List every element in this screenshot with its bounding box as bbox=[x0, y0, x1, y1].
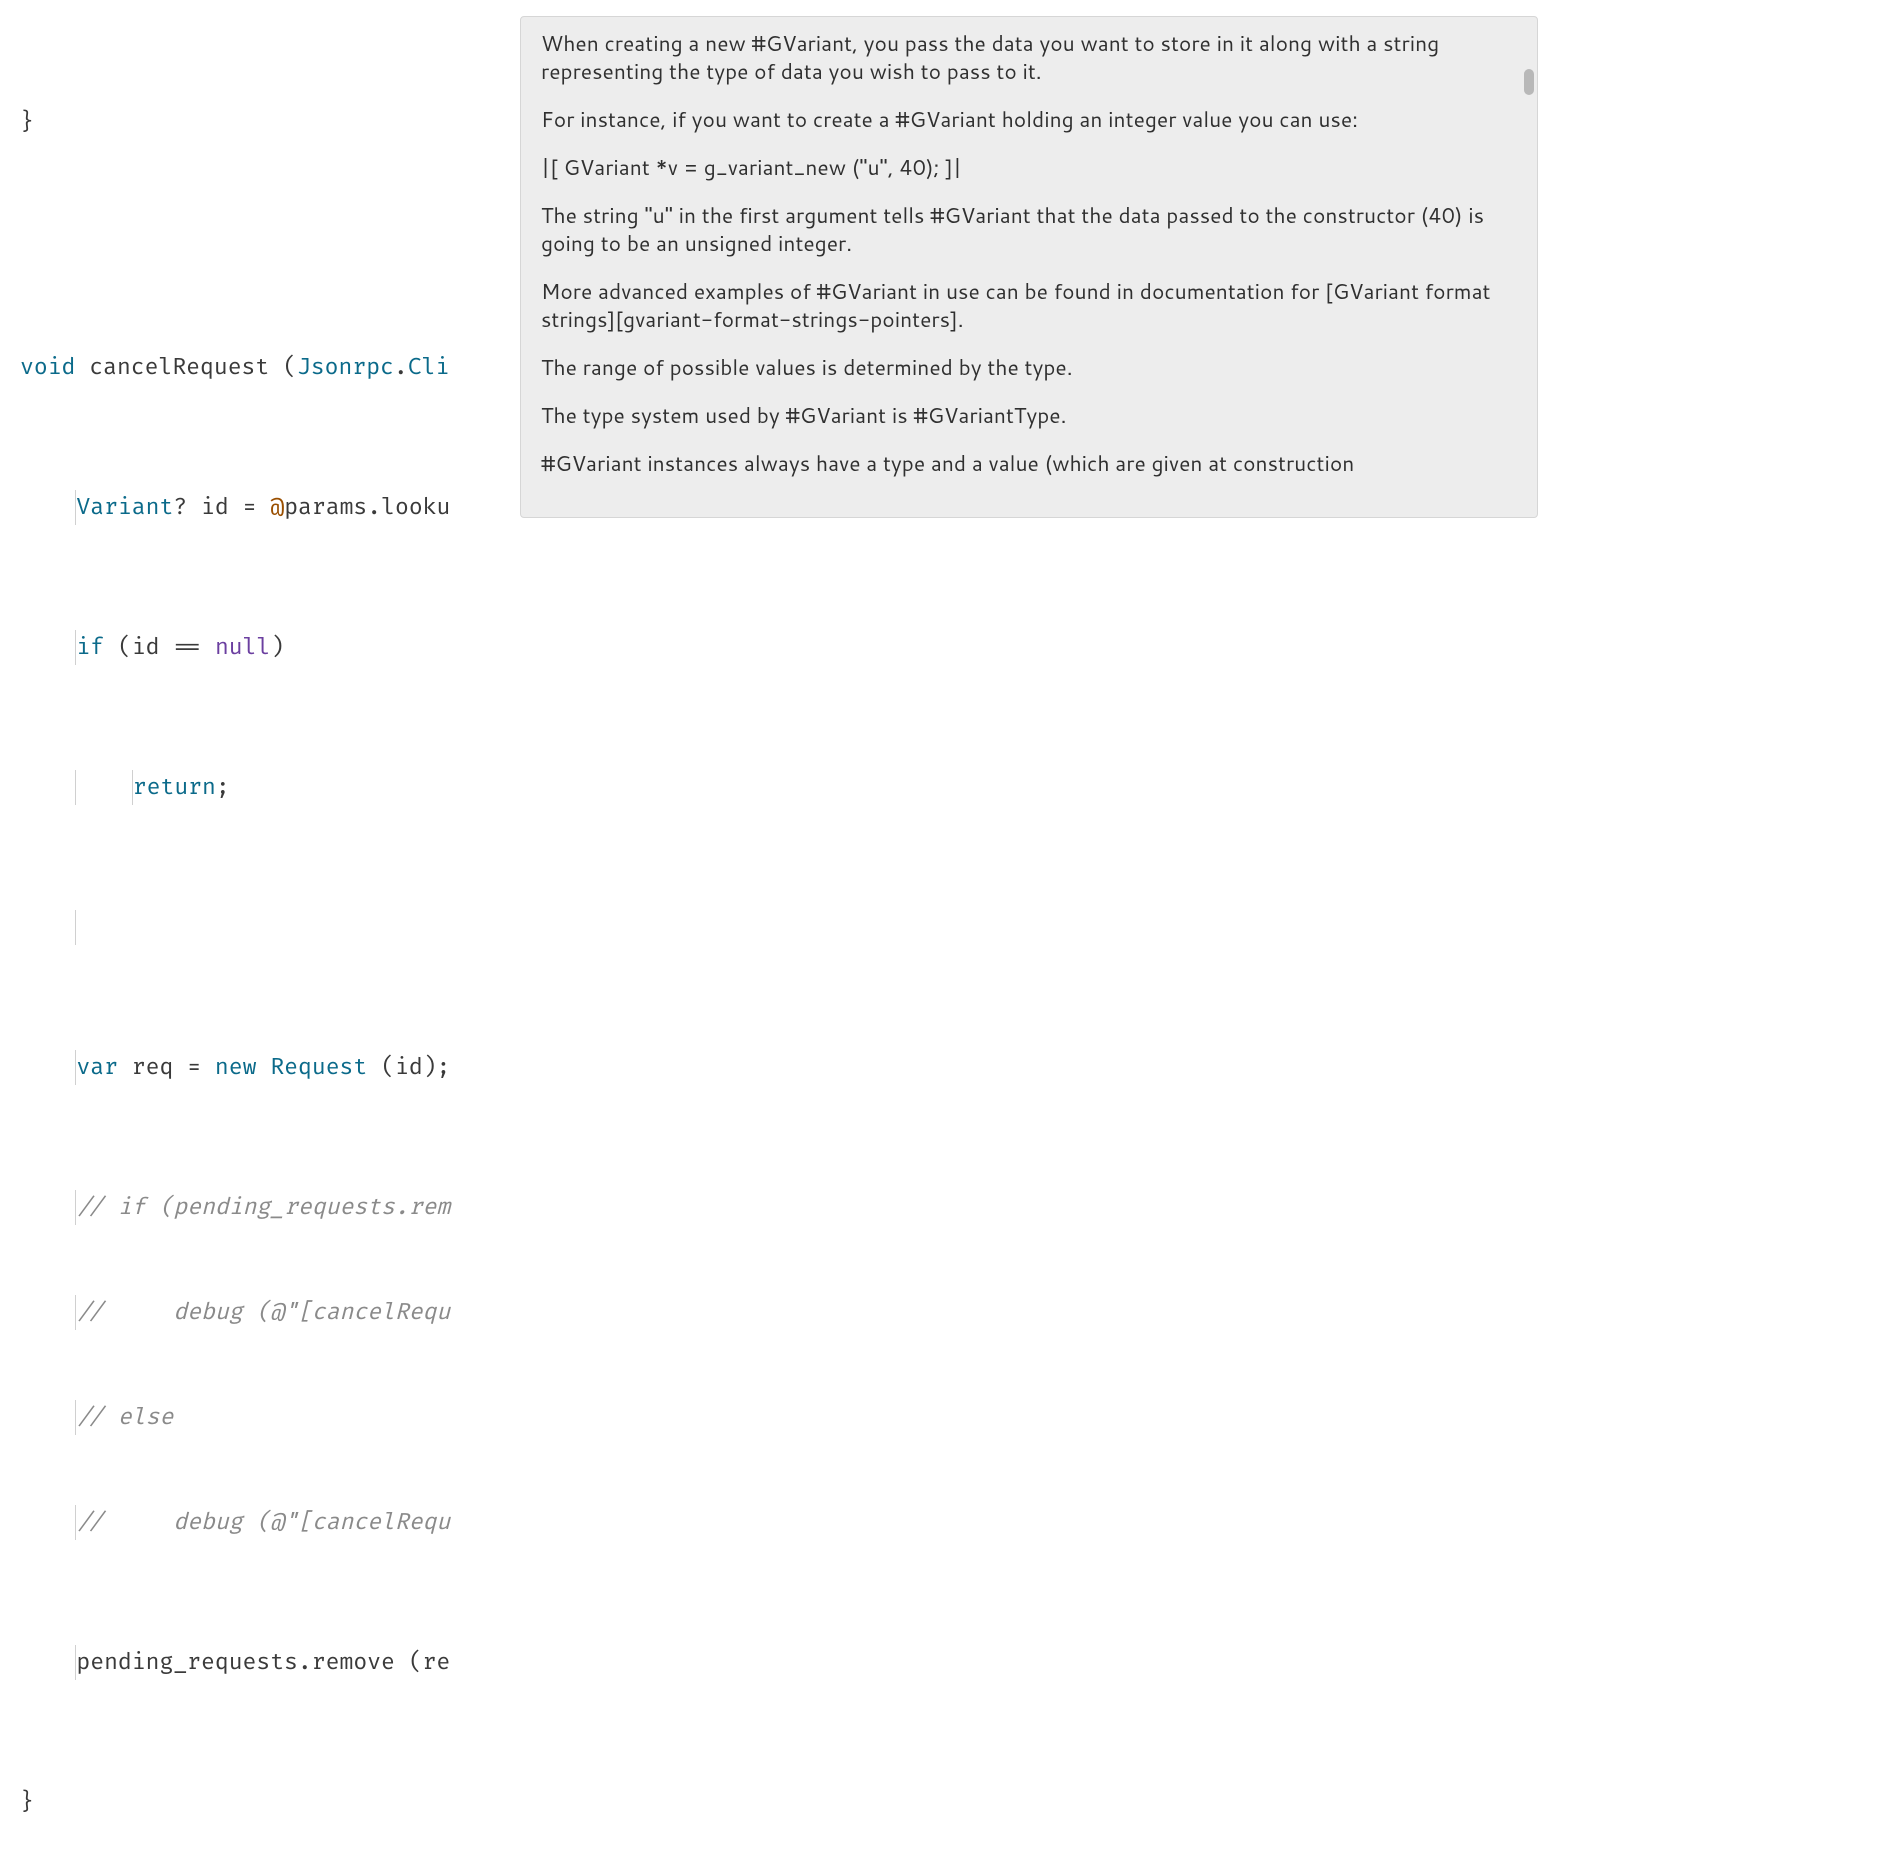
punct: ( bbox=[381, 1053, 395, 1081]
code-line[interactable]: // debug (@"[cancelRequ bbox=[20, 1505, 1898, 1540]
identifier: id bbox=[201, 493, 229, 521]
comment: // else bbox=[76, 1403, 173, 1431]
tooltip-paragraph: The range of possible values is determin… bbox=[541, 353, 1517, 381]
punct: ; bbox=[216, 773, 230, 801]
code-line[interactable]: // debug (@"[cancelRequ bbox=[20, 1295, 1898, 1330]
identifier: cancelRequest bbox=[89, 353, 269, 381]
punct: ; bbox=[437, 1053, 451, 1081]
type: Cli bbox=[408, 353, 450, 381]
identifier: looku bbox=[381, 493, 450, 521]
code-line[interactable] bbox=[20, 910, 1898, 945]
keyword: if bbox=[76, 633, 104, 661]
code-line[interactable]: return; bbox=[20, 770, 1898, 805]
punct: . bbox=[394, 353, 408, 381]
tooltip-scrollbar-thumb[interactable] bbox=[1524, 69, 1534, 95]
code-line[interactable]: if (id == null) bbox=[20, 630, 1898, 665]
tooltip-paragraph: |[ GVariant *v = g_variant_new ("u", 40)… bbox=[541, 153, 1517, 181]
op: = bbox=[187, 1053, 201, 1081]
punct: ( bbox=[118, 633, 132, 661]
tooltip-paragraph: More advanced examples of #GVariant in u… bbox=[541, 277, 1517, 333]
code-line[interactable]: // if (pending_requests.rem bbox=[20, 1190, 1898, 1225]
brace-close: } bbox=[20, 108, 34, 136]
punct: ) bbox=[423, 1053, 437, 1081]
indent-guide bbox=[75, 770, 76, 805]
type: Variant bbox=[76, 493, 173, 521]
comment: // debug (@"[cancelRequ bbox=[76, 1508, 450, 1536]
identifier: req bbox=[132, 1053, 174, 1081]
op: = bbox=[243, 493, 257, 521]
keyword: void bbox=[20, 353, 75, 381]
type: Jsonrpc bbox=[297, 353, 394, 381]
comment: // debug (@"[cancelRequ bbox=[76, 1298, 450, 1326]
indent-guide bbox=[75, 910, 76, 945]
hover-doc-tooltip[interactable]: When creating a new #GVariant, you pass … bbox=[520, 16, 1538, 518]
keyword: new bbox=[215, 1053, 257, 1081]
identifier: params bbox=[284, 493, 367, 521]
code-line[interactable]: pending_requests.remove (re bbox=[20, 1645, 1898, 1680]
punct: ) bbox=[270, 633, 284, 661]
identifier: pending_requests.remove (re bbox=[76, 1648, 450, 1676]
brace-close: } bbox=[20, 1788, 34, 1816]
punct: ( bbox=[283, 353, 297, 381]
code-line[interactable]: var req = new Request (id); bbox=[20, 1050, 1898, 1085]
comment: // if (pending_requests.rem bbox=[76, 1193, 450, 1221]
type: Request bbox=[270, 1053, 367, 1081]
identifier: id bbox=[395, 1053, 423, 1081]
tooltip-paragraph: #GVariant instances always have a type a… bbox=[541, 449, 1517, 477]
code-editor[interactable]: } void cancelRequest (Jsonrpc.Cli Varian… bbox=[0, 0, 1898, 1868]
tooltip-paragraph: For instance, if you want to create a #G… bbox=[541, 105, 1517, 133]
keyword: return bbox=[133, 773, 216, 801]
code-line[interactable]: } bbox=[20, 1785, 1898, 1820]
punct: . bbox=[367, 493, 381, 521]
string-at: @ bbox=[270, 493, 284, 521]
keyword: var bbox=[76, 1053, 118, 1081]
punct: ? bbox=[173, 493, 187, 521]
keyword: null bbox=[215, 633, 270, 661]
op: == bbox=[173, 633, 201, 661]
tooltip-paragraph: The string "u" in the first argument tel… bbox=[541, 201, 1517, 257]
tooltip-paragraph: The type system used by #GVariant is #GV… bbox=[541, 401, 1517, 429]
identifier: id bbox=[132, 633, 160, 661]
code-line[interactable]: // else bbox=[20, 1400, 1898, 1435]
tooltip-paragraph: When creating a new #GVariant, you pass … bbox=[541, 29, 1517, 85]
